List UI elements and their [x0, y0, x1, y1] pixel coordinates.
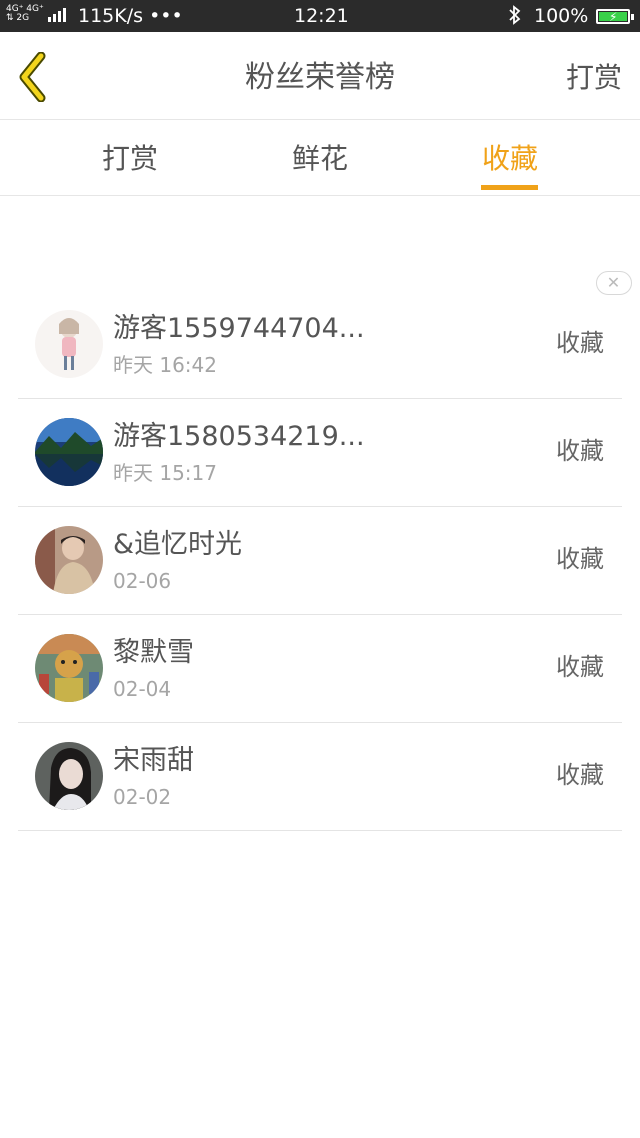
- signal-bars-icon: [47, 6, 66, 22]
- user-name: &追忆时光: [113, 529, 243, 560]
- avatar: [35, 742, 103, 810]
- tab-flowers[interactable]: 鲜花: [270, 139, 370, 179]
- avatar: [35, 526, 103, 594]
- list-item[interactable]: 宋雨甜 02-02 收藏: [0, 723, 640, 831]
- list-item[interactable]: 游客1559744704... 昨天 16:42 收藏: [0, 291, 640, 399]
- user-name: 黎默雪: [113, 637, 194, 668]
- avatar: [35, 634, 103, 702]
- favorite-label: 收藏: [556, 761, 604, 789]
- avatar: [35, 418, 103, 486]
- tab-bar: 打赏 鲜花 收藏: [0, 121, 640, 196]
- status-bar: 4G⁺ 4G⁺ ⇅ 2G 115K/s ••• 12:21 100% ⚡: [0, 0, 640, 32]
- timestamp: 02-04: [113, 677, 172, 701]
- clock: 12:21: [294, 5, 349, 27]
- tab-reward[interactable]: 打赏: [80, 139, 180, 179]
- list-item[interactable]: 黎默雪 02-04 收藏: [0, 615, 640, 723]
- reward-button[interactable]: 打赏: [566, 58, 622, 98]
- favorite-label: 收藏: [556, 437, 604, 465]
- favorite-label: 收藏: [556, 329, 604, 357]
- page-title: 粉丝荣誉榜: [245, 60, 395, 95]
- network-speed: 115K/s •••: [78, 5, 183, 27]
- close-icon: ✕: [606, 273, 621, 292]
- timestamp: 02-02: [113, 785, 172, 809]
- active-tab-indicator: [481, 185, 538, 190]
- timestamp: 昨天 15:17: [113, 461, 217, 485]
- user-name: 游客1559744704...: [113, 313, 365, 344]
- list-item[interactable]: &追忆时光 02-06 收藏: [0, 507, 640, 615]
- user-name: 宋雨甜: [113, 745, 194, 776]
- user-name: 游客1580534219...: [113, 421, 365, 452]
- network-type-bottom: ⇅ 2G: [6, 13, 30, 23]
- timestamp: 昨天 16:42: [113, 353, 217, 377]
- favorite-label: 收藏: [556, 653, 604, 681]
- battery-percentage: 100%: [534, 5, 589, 27]
- header-bar: 粉丝荣誉榜 打赏: [0, 32, 640, 120]
- tab-favorites[interactable]: 收藏: [460, 139, 560, 179]
- list-item[interactable]: 游客1580534219... 昨天 15:17 收藏: [0, 399, 640, 507]
- bluetooth-icon: [508, 5, 522, 31]
- timestamp: 02-06: [113, 569, 172, 593]
- fan-list: 游客1559744704... 昨天 16:42 收藏 游客1580534219…: [0, 291, 640, 831]
- divider: [18, 830, 622, 831]
- signal-indicator: 4G⁺ 4G⁺ ⇅ 2G: [6, 5, 66, 23]
- favorite-label: 收藏: [556, 545, 604, 573]
- battery-icon: ⚡: [596, 9, 634, 24]
- avatar: [35, 310, 103, 378]
